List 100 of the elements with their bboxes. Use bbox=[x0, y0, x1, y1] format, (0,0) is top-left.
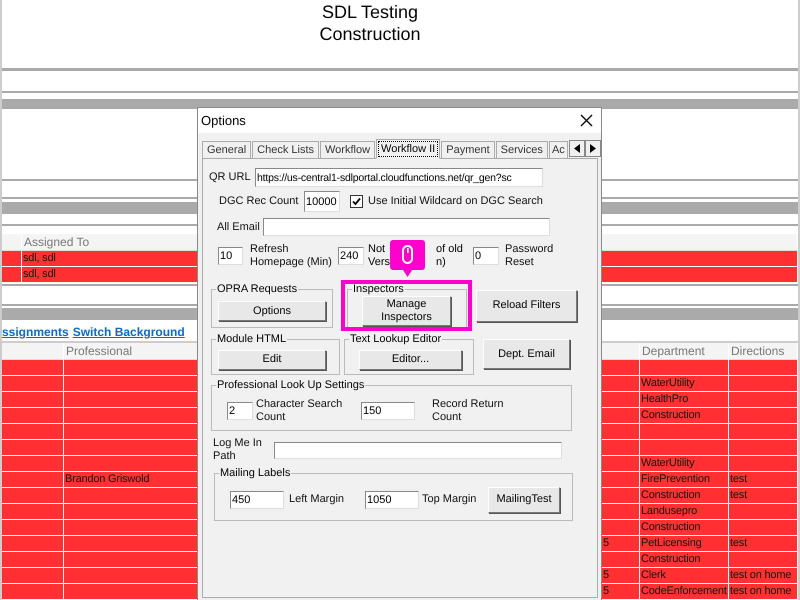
tab[interactable]: General bbox=[202, 141, 252, 159]
table-header-cell: Department bbox=[640, 343, 729, 360]
group-title: OPRA Requests bbox=[216, 283, 298, 295]
mailing-test-button[interactable]: MailingTest bbox=[488, 486, 560, 512]
tab[interactable]: Check Lists bbox=[252, 141, 319, 159]
table-cell: CodeEnforcement bbox=[640, 584, 729, 600]
table-cell bbox=[2, 408, 64, 424]
options-button[interactable]: Options bbox=[218, 301, 326, 321]
table-cell bbox=[729, 552, 798, 568]
table-cell bbox=[2, 267, 22, 283]
text-field[interactable]: 10 bbox=[218, 247, 243, 265]
close-icon bbox=[580, 114, 592, 127]
dialog-title: Options bbox=[201, 113, 246, 128]
table-cell: Landusepro bbox=[640, 504, 729, 520]
scroll-left-button[interactable] bbox=[568, 140, 585, 157]
table-cell: test on home bbox=[729, 584, 798, 600]
text-field[interactable]: 1050 bbox=[365, 490, 419, 508]
edit-button[interactable]: Edit bbox=[218, 350, 326, 370]
tab[interactable]: Workflow bbox=[320, 141, 376, 159]
text-field[interactable] bbox=[263, 218, 550, 236]
checkbox-label: Use Initial Wildcard on DGC Search bbox=[368, 195, 543, 208]
table-cell bbox=[729, 520, 798, 536]
table-cell bbox=[2, 520, 64, 536]
table-cell bbox=[2, 392, 64, 408]
url-field[interactable]: https://us-central1-sdlportal.cloudfunctions.net/qr_gen?sc bbox=[255, 168, 543, 187]
field-label: Left Margin bbox=[289, 493, 346, 506]
table-cell: HealthPro bbox=[640, 392, 729, 408]
field-label: All Email bbox=[217, 220, 261, 234]
table-cell: WaterUtility bbox=[640, 376, 729, 392]
tab[interactable]: Services bbox=[496, 141, 548, 159]
table-cell bbox=[602, 424, 640, 440]
table-cell bbox=[602, 440, 640, 456]
text-field[interactable]: 450 bbox=[230, 490, 284, 508]
table-header-cell bbox=[2, 343, 64, 360]
table-cell bbox=[602, 392, 640, 408]
text-field[interactable] bbox=[274, 442, 562, 458]
table-cell bbox=[602, 376, 640, 392]
table-cell: 5 bbox=[602, 536, 640, 552]
table-cell bbox=[729, 392, 798, 408]
right-arrow-icon bbox=[590, 144, 596, 153]
field-label: Record Return Count bbox=[432, 398, 505, 424]
tab[interactable]: Payment bbox=[441, 141, 495, 159]
manage-inspectors-button[interactable]: Manage Inspectors bbox=[362, 296, 451, 326]
table-cell bbox=[2, 568, 64, 584]
table-cell bbox=[2, 552, 64, 568]
table-cell bbox=[602, 520, 640, 536]
table-cell bbox=[729, 424, 798, 440]
table-header-cell bbox=[2, 234, 22, 251]
tab[interactable]: Workflow II bbox=[376, 139, 440, 159]
page-title: Construction bbox=[319, 23, 421, 45]
table-cell bbox=[602, 552, 640, 568]
table-cell bbox=[602, 472, 640, 488]
table-cell bbox=[2, 440, 64, 456]
group-title: Professional Look Up Settings bbox=[216, 379, 366, 391]
text-field[interactable]: 0 bbox=[473, 247, 499, 265]
text-field[interactable]: 10000 bbox=[304, 191, 340, 212]
table-cell bbox=[729, 456, 798, 472]
editor-button[interactable]: Editor... bbox=[359, 350, 462, 370]
group-title: Inspectors bbox=[352, 283, 405, 295]
table-cell bbox=[602, 456, 640, 472]
table-header-cell: Directions bbox=[729, 343, 798, 360]
table-cell bbox=[729, 408, 798, 424]
field-label: QR URL bbox=[209, 171, 252, 184]
table-cell bbox=[729, 440, 798, 456]
table-cell: PetLicensing bbox=[640, 536, 729, 552]
table-cell bbox=[2, 251, 22, 267]
reload-filters-button[interactable]: Reload Filters bbox=[476, 290, 577, 322]
field-label: Character Search Count bbox=[256, 398, 344, 424]
table-cell bbox=[2, 488, 64, 504]
checkbox[interactable] bbox=[350, 195, 363, 208]
field-label: Vers bbox=[368, 256, 390, 269]
table-cell bbox=[729, 360, 798, 376]
field-label: Log Me In Path bbox=[213, 437, 263, 463]
tab[interactable]: Ac bbox=[548, 141, 568, 159]
table-cell bbox=[2, 424, 64, 440]
table-cell: FirePrevention bbox=[640, 472, 729, 488]
table-cell bbox=[729, 504, 798, 520]
table-cell: Construction bbox=[640, 520, 729, 536]
table-cell: test bbox=[729, 536, 798, 552]
table-cell bbox=[602, 488, 640, 504]
text-field[interactable]: 150 bbox=[361, 402, 415, 420]
table-cell bbox=[2, 584, 64, 600]
table-cell: test bbox=[729, 472, 798, 488]
scroll-right-button[interactable] bbox=[584, 140, 601, 157]
text-link[interactable]: ssignments bbox=[2, 325, 69, 339]
table-cell bbox=[2, 504, 64, 520]
table-cell: Construction bbox=[640, 488, 729, 504]
table-cell bbox=[729, 376, 798, 392]
group-title: Module HTML bbox=[216, 333, 288, 345]
text-field[interactable]: 2 bbox=[227, 402, 253, 420]
table-cell bbox=[2, 376, 64, 392]
text-link[interactable]: Switch Background bbox=[72, 325, 185, 339]
group-title: Mailing Labels bbox=[219, 467, 292, 479]
table-cell bbox=[602, 360, 640, 376]
field-label: n) bbox=[436, 256, 446, 269]
group-title: Text Lookup Editor bbox=[349, 333, 442, 345]
field-label: Top Margin bbox=[422, 493, 478, 506]
table-cell: 5 bbox=[602, 584, 640, 600]
dept-email-button[interactable]: Dept. Email bbox=[483, 339, 570, 369]
text-field[interactable]: 240 bbox=[338, 247, 364, 265]
